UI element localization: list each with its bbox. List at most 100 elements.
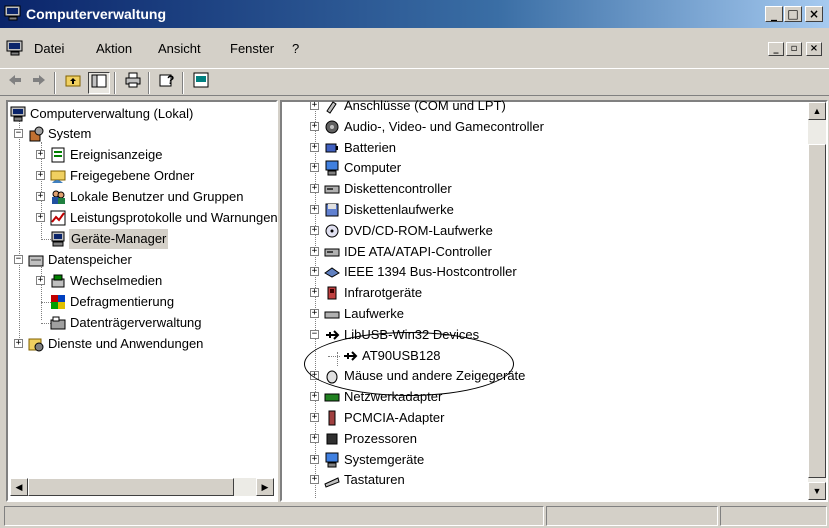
device-label: IEEE 1394 Bus-Hostcontroller bbox=[344, 264, 517, 280]
tree-label-selected: Geräte-Manager bbox=[69, 229, 169, 249]
expand-icon[interactable]: + bbox=[310, 246, 319, 256]
maximize-button[interactable]: □ bbox=[784, 6, 802, 22]
tree-label: Freigegebene Ordner bbox=[70, 168, 195, 183]
back-icon[interactable] bbox=[4, 72, 26, 94]
vertical-scrollbar[interactable]: ▲ ▼ bbox=[808, 102, 826, 500]
menu-fenster[interactable]: Fenster bbox=[230, 41, 274, 56]
computer-icon bbox=[324, 160, 340, 176]
window-title: Computerverwaltung bbox=[26, 6, 167, 22]
tree-label: Dienste und Anwendungen bbox=[48, 336, 204, 351]
expand-icon[interactable]: + bbox=[310, 392, 319, 402]
menu-datei[interactable]: Datei bbox=[34, 41, 64, 56]
disk-drive-icon bbox=[324, 306, 340, 322]
defrag-icon bbox=[50, 294, 66, 310]
console-window-icon[interactable] bbox=[6, 40, 24, 59]
menu-ansicht[interactable]: Ansicht bbox=[158, 41, 201, 56]
scroll-thumb[interactable] bbox=[808, 144, 826, 478]
tree-label: System bbox=[48, 126, 92, 141]
tree-label: Datenspeicher bbox=[48, 252, 132, 267]
storage-icon bbox=[28, 252, 44, 268]
expand-icon[interactable]: + bbox=[36, 192, 45, 201]
forward-icon[interactable] bbox=[28, 72, 50, 94]
computer-icon bbox=[10, 106, 26, 122]
scroll-up-button[interactable]: ▲ bbox=[808, 102, 826, 120]
tree-label: Lokale Benutzer und Gruppen bbox=[70, 189, 244, 204]
status-cell bbox=[546, 506, 718, 526]
collapse-icon[interactable]: − bbox=[14, 255, 23, 264]
usb-device-icon bbox=[342, 348, 358, 364]
menu-help[interactable]: ? bbox=[292, 41, 299, 56]
computer-management-icon bbox=[4, 5, 22, 24]
collapse-icon[interactable]: − bbox=[14, 129, 23, 138]
svg-text:?: ? bbox=[167, 73, 174, 87]
system-devices-icon bbox=[324, 452, 340, 468]
horizontal-scrollbar[interactable]: ◀ ▶ bbox=[10, 478, 274, 496]
show-hide-tree-icon[interactable] bbox=[88, 72, 110, 94]
ide-controller-icon bbox=[324, 244, 340, 260]
event-viewer-icon bbox=[50, 147, 66, 163]
console-tree-pane[interactable]: Computerverwaltung (Lokal) − System + Er… bbox=[6, 100, 278, 502]
expand-icon[interactable]: + bbox=[310, 475, 319, 485]
expand-icon[interactable]: + bbox=[36, 150, 45, 159]
child-minimize-button[interactable]: _ bbox=[768, 42, 784, 56]
device-label: Computer bbox=[344, 160, 402, 176]
expand-icon[interactable]: + bbox=[310, 205, 319, 214]
processor-icon bbox=[324, 431, 340, 447]
up-folder-icon[interactable] bbox=[62, 72, 84, 94]
device-tree-pane[interactable]: + Anschlüsse (COM und LPT) + Audio-, Video-… bbox=[280, 98, 828, 502]
print-icon[interactable] bbox=[122, 72, 144, 94]
toolbar-separator bbox=[148, 72, 150, 94]
expand-icon[interactable]: + bbox=[310, 142, 319, 152]
console-icon[interactable] bbox=[190, 72, 212, 94]
port-icon bbox=[324, 98, 340, 114]
audio-icon bbox=[324, 119, 340, 135]
close-button[interactable]: × bbox=[805, 6, 823, 22]
tree-label: Leistungsprotokolle und Warnungen bbox=[70, 210, 278, 225]
scroll-thumb[interactable] bbox=[28, 478, 234, 496]
expand-icon[interactable]: + bbox=[14, 339, 23, 348]
minimize-button[interactable]: _ bbox=[765, 6, 783, 22]
title-bar[interactable]: Computerverwaltung _ □ × bbox=[0, 0, 829, 28]
removable-media-icon bbox=[50, 273, 66, 289]
tree-guide-line bbox=[19, 120, 20, 346]
scroll-left-button[interactable]: ◀ bbox=[10, 478, 28, 496]
device-label: Audio-, Video- und Gamecontroller bbox=[344, 118, 544, 134]
firewire-icon bbox=[324, 264, 340, 280]
expand-icon[interactable]: + bbox=[310, 413, 319, 422]
expand-icon[interactable]: + bbox=[310, 225, 319, 235]
device-label: LibUSB-Win32 Devices bbox=[344, 326, 480, 342]
child-close-button[interactable]: × bbox=[806, 42, 822, 56]
expand-icon[interactable]: + bbox=[36, 171, 45, 180]
floppy-drive-icon bbox=[324, 202, 340, 218]
dvd-icon bbox=[324, 223, 340, 239]
expand-icon[interactable]: + bbox=[310, 433, 319, 443]
expand-icon[interactable]: + bbox=[310, 309, 319, 318]
expand-icon[interactable]: + bbox=[36, 213, 45, 222]
expand-icon[interactable]: + bbox=[310, 121, 319, 131]
toolbar-separator bbox=[114, 72, 116, 94]
expand-icon[interactable]: + bbox=[310, 371, 319, 381]
child-restore-button[interactable]: ▫ bbox=[786, 42, 802, 56]
expand-icon[interactable]: + bbox=[310, 163, 319, 173]
expand-icon[interactable]: + bbox=[36, 276, 45, 285]
expand-icon[interactable]: + bbox=[310, 184, 319, 194]
device-label: IDE ATA/ATAPI-Controller bbox=[344, 243, 492, 259]
status-bar bbox=[4, 506, 827, 526]
menu-bar: Datei Aktion Ansicht Fenster ? bbox=[0, 36, 829, 60]
device-label: Anschlüsse (COM und LPT) bbox=[344, 98, 506, 113]
battery-icon bbox=[324, 140, 340, 156]
collapse-icon[interactable]: − bbox=[310, 329, 319, 339]
expand-icon[interactable]: + bbox=[310, 288, 319, 298]
floppy-controller-icon bbox=[324, 181, 340, 197]
scroll-right-button[interactable]: ▶ bbox=[256, 478, 274, 496]
expand-icon[interactable]: + bbox=[310, 454, 319, 464]
help-icon[interactable]: ? bbox=[156, 72, 178, 94]
device-label: Infrarotgeräte bbox=[344, 285, 423, 301]
menu-aktion[interactable]: Aktion bbox=[96, 41, 132, 56]
device-label: DVD/CD-ROM-Laufwerke bbox=[344, 222, 493, 238]
device-label: PCMCIA-Adapter bbox=[344, 410, 445, 425]
scroll-down-button[interactable]: ▼ bbox=[808, 482, 826, 500]
expand-icon[interactable]: + bbox=[310, 267, 319, 277]
tree-guide-line bbox=[337, 352, 338, 366]
expand-icon[interactable]: + bbox=[310, 101, 319, 110]
